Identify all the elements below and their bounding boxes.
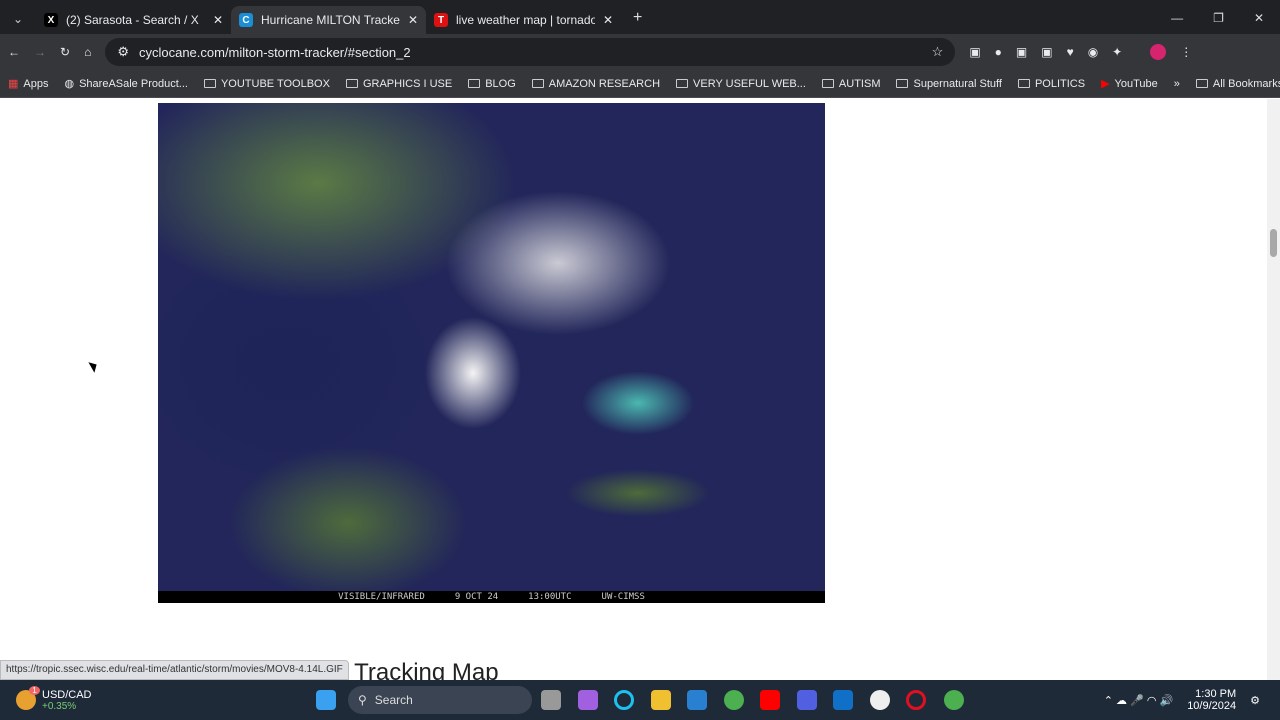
address-bar[interactable]: ⚙ cyclocane.com/milton-storm-tracker/#sec… — [105, 38, 956, 66]
youtube-app-icon[interactable] — [760, 690, 780, 710]
bookmark-apps[interactable]: ▦ Apps — [8, 77, 48, 91]
close-icon[interactable]: ✕ — [603, 13, 613, 27]
task-view-icon[interactable] — [541, 690, 561, 710]
scrollbar-thumb[interactable] — [1270, 229, 1277, 257]
bookmark-folder[interactable]: AMAZON RESEARCH — [531, 78, 660, 90]
satellite-caption: VISIBLE/INFRARED 9 OCT 24 13:00UTC UW-CIMSS — [158, 591, 825, 603]
tab-tornado-hq[interactable]: Tlive weather map | tornado hq✕ — [426, 6, 621, 34]
folder-icon — [203, 79, 216, 88]
app-icon[interactable] — [797, 690, 817, 710]
page-content: VISIBLE/INFRARED 9 OCT 24 13:00UTC UW-CIMSS… — [0, 99, 1267, 680]
folder-icon — [1195, 79, 1208, 88]
bookmark-shareasale[interactable]: ◍ ShareASale Product... — [64, 77, 187, 91]
opera-icon[interactable] — [906, 690, 926, 710]
folder-icon — [896, 79, 909, 88]
restore-icon[interactable]: ❐ — [1213, 11, 1224, 25]
app-icon[interactable] — [870, 690, 890, 710]
profile-avatar[interactable] — [1150, 44, 1167, 60]
folder-icon — [676, 79, 689, 88]
bookmark-folder[interactable]: VERY USEFUL WEB... — [676, 78, 806, 90]
forward-icon[interactable]: → — [34, 45, 46, 59]
new-tab-button[interactable]: + — [621, 9, 654, 34]
star-icon[interactable]: ☆ — [932, 44, 944, 60]
youtube-icon: ▶ — [1101, 78, 1110, 90]
more-bookmarks-icon[interactable]: » — [1174, 78, 1180, 90]
status-bar-url: https://tropic.ssec.wisc.edu/real-time/a… — [0, 660, 349, 680]
menu-icon[interactable]: ⋮ — [1180, 45, 1192, 59]
bookmark-folder[interactable]: AUTISM — [821, 78, 880, 90]
apps-grid-icon: ▦ — [8, 78, 19, 90]
cyclocane-icon: C — [239, 13, 253, 27]
reload-icon[interactable]: ↻ — [60, 45, 70, 59]
tab-search-icon[interactable]: ⌄ — [0, 12, 36, 34]
close-icon[interactable]: ✕ — [408, 13, 418, 27]
chrome-active-icon[interactable] — [944, 690, 964, 710]
bookmark-youtube[interactable]: ▶ YouTube — [1101, 77, 1158, 91]
folder-icon — [821, 79, 834, 88]
widget-ticker[interactable]: 1 USD/CAD +0.35% — [0, 686, 92, 712]
bookmark-folder[interactable]: GRAPHICS I USE — [345, 78, 452, 90]
taskbar-search[interactable]: ⚲ Search — [348, 686, 532, 714]
close-window-icon[interactable]: ✕ — [1254, 11, 1264, 25]
chrome-icon[interactable] — [724, 690, 744, 710]
bookmark-folder[interactable]: BLOG — [468, 78, 516, 90]
bookmarks-bar: ▦ Apps ◍ ShareASale Product... YOUTUBE TOO… — [0, 70, 1280, 98]
all-bookmarks[interactable]: All Bookmarks — [1195, 78, 1280, 90]
folder-icon — [345, 79, 358, 88]
folder-icon — [531, 79, 544, 88]
bookmark-folder[interactable]: Supernatural Stuff — [896, 78, 1002, 90]
coins-icon: 1 — [16, 686, 40, 710]
folder-icon — [468, 79, 481, 88]
system-tray-icons[interactable]: ⌃ ☁ 🎤 ◠ 🔊 — [1104, 694, 1173, 707]
back-icon[interactable]: ← — [8, 45, 20, 59]
satellite-image[interactable]: VISIBLE/INFRARED 9 OCT 24 13:00UTC UW-CIMSS — [158, 103, 825, 603]
windows-start-icon[interactable] — [316, 690, 336, 710]
bookmark-folder[interactable]: YOUTUBE TOOLBOX — [203, 78, 330, 90]
x-icon: X — [44, 13, 58, 27]
home-icon[interactable]: ⌂ — [84, 45, 91, 59]
minimize-icon[interactable]: — — [1171, 11, 1183, 25]
url-text[interactable]: cyclocane.com/milton-storm-tracker/#sect… — [139, 45, 411, 60]
bookmark-folder[interactable]: POLITICS — [1017, 78, 1085, 90]
search-icon: ⚲ — [358, 693, 367, 707]
tab-strip: ⌄ X (2) Sarasota - Search / X ✕ C Hurricane… — [0, 0, 1280, 34]
site-info-icon[interactable]: ⚙ — [117, 44, 129, 60]
tab-cyclocane[interactable]: CHurricane MILTON Tracker | Cyclocane✕ — [231, 6, 426, 34]
scrollbar[interactable] — [1267, 99, 1280, 680]
notification-icon[interactable]: ⚙ — [1250, 694, 1260, 707]
globe-icon: ◍ — [64, 78, 75, 90]
folder-icon — [1017, 79, 1030, 88]
copilot-icon[interactable] — [578, 690, 598, 710]
store-icon[interactable] — [687, 690, 707, 710]
toolbar: ← → ↻ ⌂ ⚙ cyclocane.com/milton-storm-tracker… — [0, 34, 1280, 70]
cortana-icon[interactable] — [614, 690, 634, 710]
file-explorer-icon[interactable] — [651, 690, 671, 710]
close-icon[interactable]: ✕ — [213, 13, 223, 27]
tornado-hq-icon: T — [434, 13, 448, 27]
window-controls: — ❐ ✕ — [1155, 11, 1280, 34]
taskbar: 1 USD/CAD +0.35% ⌃ ☁ 🎤 ◠ 🔊 1:30 PM 10/9/20… — [0, 680, 1280, 720]
extension-icons[interactable]: ▣●▣▣♥◉✦ — [969, 45, 1136, 59]
tab-x[interactable]: X (2) Sarasota - Search / X ✕ — [36, 6, 231, 34]
outlook-icon[interactable] — [833, 690, 853, 710]
